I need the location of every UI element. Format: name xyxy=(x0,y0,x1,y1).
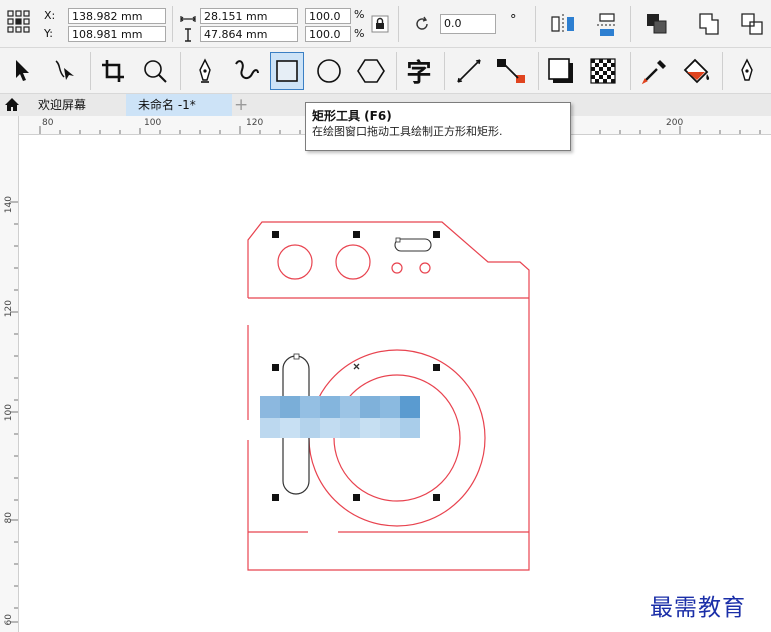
pick-tool-button[interactable] xyxy=(4,52,38,90)
tab-label: 欢迎屏幕 xyxy=(38,98,87,112)
separator xyxy=(722,52,723,90)
tab-label: 未命名 -1* xyxy=(138,98,196,112)
selection-center-mark xyxy=(353,363,360,370)
separator xyxy=(396,52,397,90)
x-label: X: xyxy=(44,9,56,22)
home-icon[interactable] xyxy=(4,97,20,116)
ellipse-tool-button[interactable] xyxy=(312,52,346,90)
vertical-ruler-ticks xyxy=(10,201,18,623)
degree-symbol: ° xyxy=(510,13,517,28)
artistic-media-tool-button[interactable] xyxy=(230,52,264,90)
washer-indicator-right[interactable] xyxy=(419,262,431,274)
text-tool-button[interactable]: 字 xyxy=(402,52,436,90)
rotation-field[interactable]: 0.0 xyxy=(440,14,496,34)
separator xyxy=(180,52,181,90)
rotate-icon xyxy=(413,15,431,37)
ruler-label: 80 xyxy=(42,118,54,128)
add-tab-button[interactable]: + xyxy=(234,94,248,116)
tooltip-description: 在绘图窗口拖动工具绘制正方形和矩形. xyxy=(312,125,503,138)
connector-tool-button[interactable] xyxy=(494,52,528,90)
eyedropper-tool-button[interactable] xyxy=(638,52,672,90)
node-handle[interactable] xyxy=(293,353,300,360)
x-position-field[interactable]: 138.982 mm xyxy=(68,8,166,24)
separator xyxy=(535,6,536,42)
tab-welcome-screen[interactable]: 欢迎屏幕 xyxy=(22,94,126,116)
combine-icon[interactable] xyxy=(698,12,722,40)
lock-ratio-icon[interactable] xyxy=(371,15,389,37)
shape-tool-button[interactable] xyxy=(46,52,80,90)
text-tool-icon: 字 xyxy=(406,58,432,87)
separator xyxy=(630,6,631,42)
transparency-tool-button[interactable] xyxy=(586,52,620,90)
tooltip-title: 矩形工具 (F6) xyxy=(312,109,392,123)
ruler-label: 120 xyxy=(4,300,14,318)
width-field[interactable]: 28.151 mm xyxy=(200,8,298,24)
percent-symbol: % xyxy=(354,27,365,40)
washer-indicator-left[interactable] xyxy=(391,262,403,274)
scale-y-field[interactable]: 100.0 xyxy=(305,26,351,42)
arrange-order-icon[interactable] xyxy=(645,12,669,40)
y-position-field[interactable]: 108.981 mm xyxy=(68,26,166,42)
interactive-fill-tool-button[interactable] xyxy=(680,52,714,90)
ruler-label: 60 xyxy=(4,614,14,626)
scale-x-field[interactable]: 100.0 xyxy=(305,8,351,24)
ruler-label: 80 xyxy=(4,512,14,524)
node-handle[interactable] xyxy=(395,237,401,243)
blurred-region xyxy=(260,396,420,438)
ruler-label: 140 xyxy=(4,196,14,214)
object-origin-icon[interactable] xyxy=(6,9,32,39)
smart-fill-tool-button[interactable] xyxy=(730,52,764,90)
ruler-label: 100 xyxy=(144,118,162,128)
rectangle-tool-button[interactable] xyxy=(270,52,304,90)
freehand-tool-button[interactable] xyxy=(188,52,222,90)
ruler-label: 120 xyxy=(246,118,264,128)
ruler-label: 200 xyxy=(666,118,684,128)
percent-symbol: % xyxy=(354,8,365,21)
separator xyxy=(172,6,173,42)
crop-tool-button[interactable] xyxy=(96,52,130,90)
break-apart-icon[interactable] xyxy=(740,12,768,40)
mirror-horizontal-icon[interactable] xyxy=(550,12,576,40)
separator xyxy=(444,52,445,90)
polygon-tool-button[interactable] xyxy=(354,52,388,90)
washer-knob-left[interactable] xyxy=(277,244,313,280)
property-bar: X: Y: 138.982 mm 108.981 mm 28.151 mm 47… xyxy=(0,0,771,48)
mirror-vertical-icon[interactable] xyxy=(595,12,619,42)
separator xyxy=(90,52,91,90)
zoom-tool-button[interactable] xyxy=(138,52,172,90)
drawing-canvas[interactable] xyxy=(19,135,771,632)
tab-untitled-document[interactable]: 未命名 -1* xyxy=(126,94,232,116)
separator xyxy=(398,6,399,42)
dimension-tool-button[interactable] xyxy=(452,52,486,90)
rectangle-tool-tooltip: 矩形工具 (F6) 在绘图窗口拖动工具绘制正方形和矩形. xyxy=(305,102,571,151)
watermark: 最需教育 xyxy=(650,595,746,621)
height-icon xyxy=(183,27,193,46)
height-field[interactable]: 47.864 mm xyxy=(200,26,298,42)
y-label: Y: xyxy=(44,27,53,40)
drop-shadow-tool-button[interactable] xyxy=(544,52,578,90)
ruler-label: 100 xyxy=(4,404,14,422)
separator xyxy=(630,52,631,90)
separator xyxy=(538,52,539,90)
washer-knob-right[interactable] xyxy=(335,244,371,280)
vertical-ruler[interactable]: 140 120 100 80 60 xyxy=(0,116,19,632)
